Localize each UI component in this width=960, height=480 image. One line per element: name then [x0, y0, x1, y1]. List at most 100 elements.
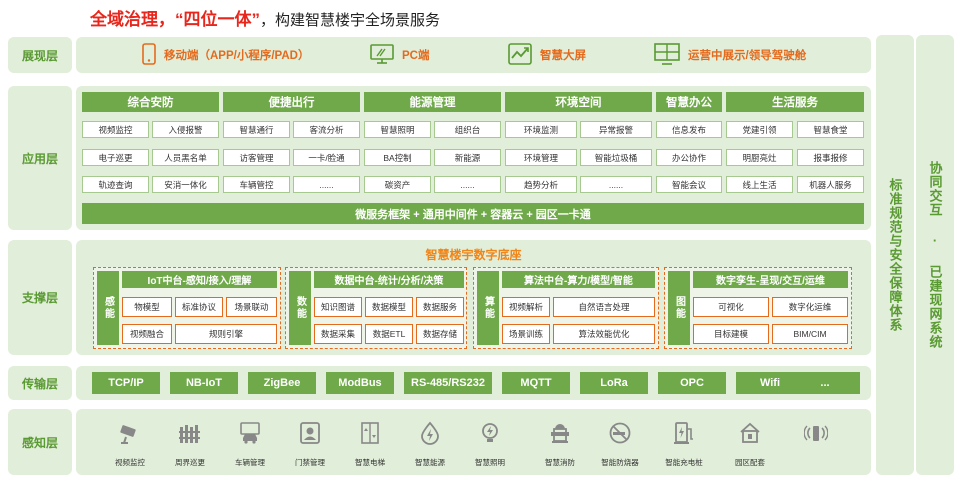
- perception-item: 智能充电桩: [654, 413, 714, 469]
- app-cell: 明厨亮灶: [726, 149, 793, 166]
- perception-item: 智能防烧器: [590, 413, 650, 469]
- app-cell: 碳资产: [364, 176, 431, 193]
- support-cell: 目标建模: [693, 324, 769, 344]
- display-item-label: 运营中展示/领导驾驶舱: [688, 50, 807, 62]
- protocol-item: LoRa: [580, 372, 648, 394]
- fence-icon: [178, 421, 202, 445]
- support-layer: 智慧楼宇数字底座 感能 IoT中台-感知/接入/理解 物模型 标准协议 场景联动…: [76, 240, 871, 355]
- title-rest: ，构建智慧楼宇全场景服务: [260, 12, 441, 29]
- display-layer: 移动端（APP/小程序/PAD） PC端 智慧大屏 运营中展示/领导驾驶舱: [76, 37, 871, 73]
- elevator-icon: [358, 421, 382, 445]
- support-cell: 标准协议: [175, 297, 223, 317]
- protocol-item: MQTT: [502, 372, 570, 394]
- camera-icon: [118, 421, 142, 445]
- app-cell: 一卡/脸通: [293, 149, 360, 166]
- display-item-label: PC端: [402, 50, 430, 62]
- layer-label-perception: 感知层: [8, 409, 72, 475]
- support-cell: 视频融合: [122, 324, 172, 344]
- perception-item: 园区配套: [720, 413, 780, 469]
- perception-item: 周界巡更: [160, 413, 220, 469]
- support-cell: 物模型: [122, 297, 172, 317]
- car-icon: [238, 421, 262, 445]
- app-cell: 信息发布: [656, 121, 722, 138]
- app-cell: 电子巡更: [82, 149, 149, 166]
- protocol-item: OPC: [658, 372, 726, 394]
- app-cell: 客流分析: [293, 121, 360, 138]
- app-cell: 安消一体化: [152, 176, 219, 193]
- app-cell: 报事报修: [797, 149, 864, 166]
- app-cell: 环境管理: [505, 149, 577, 166]
- support-cell: 算法效能优化: [553, 324, 655, 344]
- access-card-icon: [298, 421, 322, 445]
- app-cell: 异常报警: [580, 121, 652, 138]
- app-cell: 线上生活: [726, 176, 793, 193]
- app-cell: 入侵报警: [152, 121, 219, 138]
- dashboard-grid-icon: [654, 42, 680, 68]
- app-cell: 车辆管控: [223, 176, 290, 193]
- support-block-head: 数据中台-统计/分析/决策: [314, 271, 464, 288]
- app-column-head: 能源管理: [364, 92, 501, 112]
- perception-item: 智慧照明: [460, 413, 520, 469]
- app-cell: 机器人服务: [797, 176, 864, 193]
- support-block-twin: 图能 数字孪生-呈现/交互/运维 可视化 数字化运维 目标建模 BIM/CIM: [664, 267, 852, 349]
- energy-drop-icon: [418, 421, 442, 445]
- protocol-item: ZigBee: [248, 372, 316, 394]
- support-cell: 规则引擎: [175, 324, 277, 344]
- support-side-label: 数能: [289, 271, 311, 345]
- perception-item: 车辆管理: [220, 413, 280, 469]
- app-cell: 趋势分析: [505, 176, 577, 193]
- app-cell: 视频监控: [82, 121, 149, 138]
- support-cell: 数据模型: [365, 297, 413, 317]
- app-cell: ......: [434, 176, 501, 193]
- layer-label-support: 支撑层: [8, 240, 72, 355]
- perception-item: 智慧电梯: [340, 413, 400, 469]
- transport-layer: TCP/IP NB-IoT ZigBee ModBus RS-485/RS232…: [76, 366, 871, 400]
- side-column-collaboration-text: 协同交互 · 已建现网系统: [927, 161, 943, 349]
- side-column-standards: 标准规范与安全保障体系: [876, 35, 914, 475]
- app-cell: 新能源: [434, 149, 501, 166]
- support-side-label: 图能: [668, 271, 690, 345]
- app-cell: 人员黑名单: [152, 149, 219, 166]
- protocol-item: ...: [790, 372, 860, 394]
- title-highlight: 全域治理，“四位一体”: [90, 10, 260, 29]
- page-title: 全域治理，“四位一体”，构建智慧楼宇全场景服务: [90, 5, 440, 29]
- protocol-item: TCP/IP: [92, 372, 160, 394]
- support-title: 智慧楼宇数字底座: [425, 248, 522, 262]
- display-item-mobile: 移动端（APP/小程序/PAD）: [142, 37, 309, 73]
- perception-item: 智慧能源: [400, 413, 460, 469]
- app-column-head: 便捷出行: [223, 92, 360, 112]
- charging-pile-icon: [672, 421, 696, 445]
- home-icon: [738, 421, 762, 445]
- side-column-collaboration: 协同交互 · 已建现网系统: [916, 35, 954, 475]
- protocol-item: NB-IoT: [170, 372, 238, 394]
- bulb-icon: [478, 421, 502, 445]
- trend-chart-icon: [508, 42, 532, 68]
- app-cell: 智能会议: [656, 176, 722, 193]
- support-cell: 数据采集: [314, 324, 362, 344]
- app-cell: ......: [293, 176, 360, 193]
- perception-item: [786, 413, 846, 469]
- support-cell: 数据ETL: [365, 324, 413, 344]
- display-item-bigscreen: 智慧大屏: [508, 37, 586, 73]
- display-item-pc: PC端: [370, 37, 429, 73]
- app-cell: 智能垃圾桶: [580, 149, 652, 166]
- iot-sensor-icon: [803, 421, 829, 445]
- support-cell: 数据存储: [416, 324, 464, 344]
- perception-item: 智慧消防: [530, 413, 590, 469]
- perception-layer: 视频监控 周界巡更 车辆管理 门禁管理 智慧电梯 智慧能源 智慧照明 智慧消防 …: [76, 409, 871, 475]
- support-block-data: 数能 数据中台-统计/分析/决策 知识图谱 数据模型 数据服务 数据采集 数据E…: [285, 267, 467, 349]
- app-cell: 智慧食堂: [797, 121, 864, 138]
- app-cell: BA控制: [364, 149, 431, 166]
- support-side-label: 算能: [477, 271, 499, 345]
- application-layer: 综合安防 视频监控 入侵报警 电子巡更 人员黑名单 轨迹查询 安消一体化 便捷出…: [76, 86, 871, 230]
- perception-item: 门禁管理: [280, 413, 340, 469]
- display-item-label: 智慧大屏: [540, 50, 586, 62]
- support-cell: 数字化运维: [772, 297, 848, 317]
- support-block-head: IoT中台-感知/接入/理解: [122, 271, 277, 288]
- support-block-head: 算法中台-算力/模型/智能: [502, 271, 655, 288]
- app-cell: 环境监测: [505, 121, 577, 138]
- mobile-phone-icon: [142, 42, 156, 68]
- app-foundation-bar: 微服务框架 + 通用中间件 + 容器云 + 园区一卡通: [82, 203, 864, 224]
- app-column-head: 生活服务: [726, 92, 864, 112]
- app-cell: 智慧通行: [223, 121, 290, 138]
